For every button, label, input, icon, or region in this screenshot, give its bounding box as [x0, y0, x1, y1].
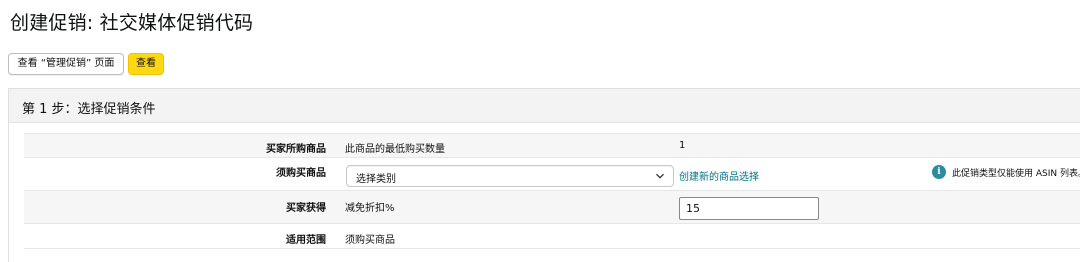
row-required-items: 须购买商品 选择类别 创建新的商品选择 i 此促销类型仅能使用 ASIN 列表。 [24, 157, 1080, 190]
row-buyer-gets: 买家获得 减免折扣% [24, 190, 1080, 223]
row-label: 适用范围 [286, 235, 326, 246]
chevron-down-icon [656, 173, 664, 179]
row-label: 须购买商品 [276, 168, 326, 179]
discount-percent-input[interactable] [679, 197, 819, 220]
row-label: 买家所购商品 [266, 144, 326, 155]
condition-text: 减免折扣% [345, 203, 395, 214]
row-applies-to: 适用范围 须购买商品 [24, 223, 1080, 249]
conditions-table: 买家所购商品 此商品的最低购买数量 1 须购买商品 选择类别 创建新的商品选择 … [24, 133, 1080, 249]
view-manage-promotions-button[interactable]: 查看 “管理促销” 页面 [8, 53, 124, 75]
min-quantity-value: 1 [679, 140, 686, 151]
step-panel-header: 第 1 步：选择促销条件 [9, 89, 1080, 123]
info-icon: i [932, 165, 946, 179]
condition-text: 此商品的最低购买数量 [345, 144, 445, 155]
create-product-selection-link[interactable]: 创建新的商品选择 [679, 168, 759, 183]
row-label: 买家获得 [286, 203, 326, 214]
category-select[interactable]: 选择类别 [346, 165, 674, 187]
view-button[interactable]: 查看 [128, 53, 164, 75]
info-text: 此促销类型仅能使用 ASIN 列表。 [952, 169, 1080, 179]
row-buyer-purchases: 买家所购商品 此商品的最低购买数量 1 [24, 133, 1080, 157]
page-title: 创建促销: 社交媒体促销代码 [10, 12, 254, 34]
condition-text: 须购买商品 [345, 235, 395, 246]
step-title: 第 1 步：选择促销条件 [22, 102, 156, 117]
step-panel: 第 1 步：选择促销条件 买家所购商品 此商品的最低购买数量 1 须购买商品 选… [8, 88, 1080, 262]
select-value: 选择类别 [356, 174, 396, 185]
